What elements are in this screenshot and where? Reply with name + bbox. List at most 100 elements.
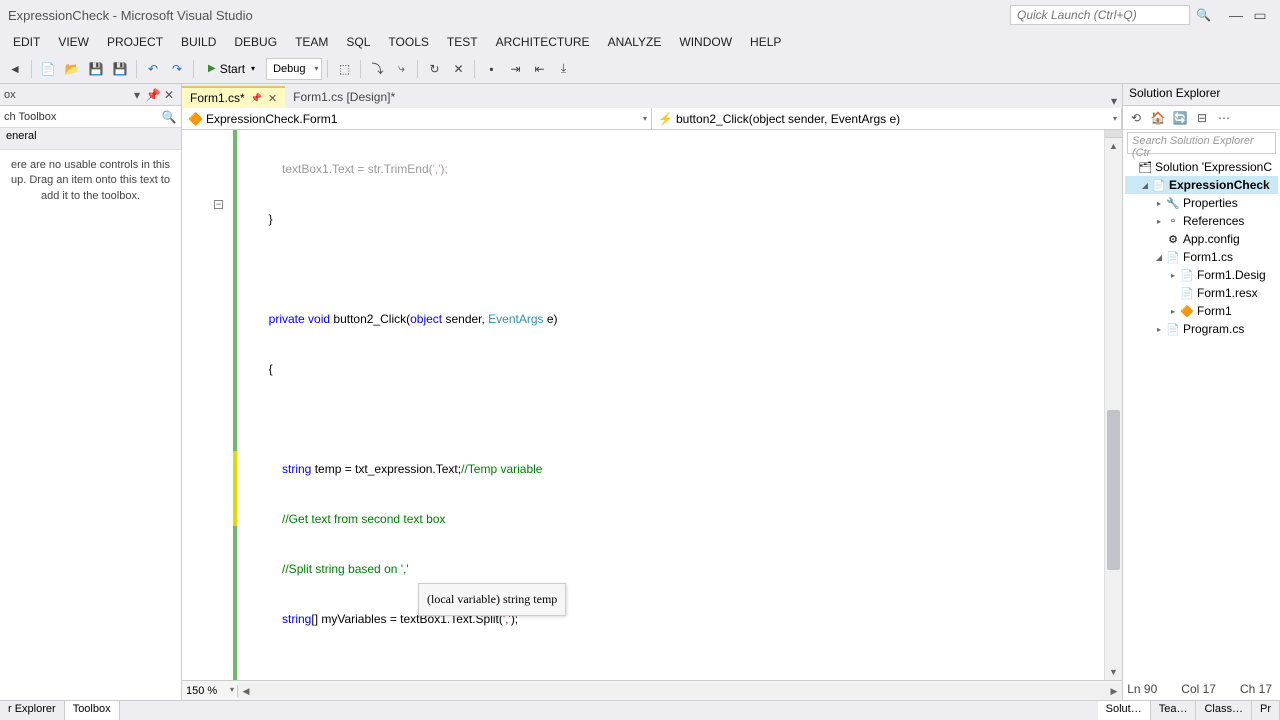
save-all-button[interactable]: 💾: [109, 58, 131, 80]
menu-team[interactable]: TEAM: [286, 32, 337, 52]
solution-toolbar: ⟲ 🏠 🔄 ⊟ ⋯: [1123, 106, 1280, 130]
minimize-button[interactable]: —: [1224, 5, 1248, 25]
start-button[interactable]: ▶ Start ▾: [199, 58, 264, 80]
menu-build[interactable]: BUILD: [172, 32, 225, 52]
scroll-thumb[interactable]: [1107, 410, 1120, 570]
tab-close-icon[interactable]: ✕: [268, 92, 277, 105]
save-button[interactable]: 💾: [85, 58, 107, 80]
pin-icon[interactable]: 📌: [145, 88, 161, 102]
status-ch: Ch 17: [1240, 682, 1272, 696]
tree-node[interactable]: ▸📄Program.cs: [1125, 320, 1278, 338]
bottom-tabs: r Explorer Toolbox Solut… Tea… Class… Pr: [0, 700, 1280, 720]
tabs-dropdown[interactable]: ▾: [1106, 94, 1122, 108]
tree-node[interactable]: ▸▫References: [1125, 212, 1278, 230]
gutter: −: [182, 130, 238, 680]
step-into-button[interactable]: ⤷: [390, 58, 412, 80]
title-bar: ExpressionCheck - Microsoft Visual Studi…: [0, 0, 1280, 30]
collapse-icon[interactable]: ⊟: [1193, 109, 1211, 127]
undo-button[interactable]: ↶: [142, 58, 164, 80]
method-dropdown[interactable]: ⚡ button2_Click(object sender, EventArgs…: [652, 108, 1122, 129]
tab-form1-cs[interactable]: Form1.cs* 📌 ✕: [182, 86, 285, 108]
search-icon[interactable]: 🔍: [161, 110, 177, 124]
menu-sql[interactable]: SQL: [337, 32, 379, 52]
menu-help[interactable]: HELP: [741, 32, 790, 52]
status-col: Col 17: [1181, 682, 1216, 696]
bottom-tab-prop[interactable]: Pr: [1252, 701, 1280, 720]
menu-window[interactable]: WINDOW: [670, 32, 741, 52]
menu-test[interactable]: TEST: [438, 32, 487, 52]
tree-node[interactable]: 📄Form1.resx: [1125, 284, 1278, 302]
solution-explorer-title: Solution Explorer: [1123, 84, 1280, 106]
bottom-tab-server-explorer[interactable]: r Explorer: [0, 701, 65, 720]
bottom-tab-class[interactable]: Class…: [1196, 701, 1252, 720]
scroll-up-icon[interactable]: ▲: [1105, 138, 1122, 154]
solution-search[interactable]: Search Solution Explorer (Ctr: [1127, 132, 1276, 154]
tb-4[interactable]: ✕: [447, 58, 469, 80]
step-over-button[interactable]: ⤵: [366, 58, 388, 80]
fold-toggle[interactable]: −: [214, 200, 223, 209]
code-area[interactable]: textBox1.Text = str.TrimEnd(','); } priv…: [238, 130, 1104, 680]
tb-6[interactable]: ⇥: [504, 58, 526, 80]
tree-node[interactable]: ▸🔧Properties: [1125, 194, 1278, 212]
nav-bar: 🔶 ExpressionCheck.Form1 ⚡ button2_Click(…: [182, 108, 1122, 130]
menu-bar: EDIT VIEW PROJECT BUILD DEBUG TEAM SQL T…: [0, 30, 1280, 54]
menu-project[interactable]: PROJECT: [98, 32, 172, 52]
editor-tabs: Form1.cs* 📌 ✕ Form1.cs [Design]* ▾: [182, 84, 1122, 108]
tb-3[interactable]: ↻: [423, 58, 445, 80]
bottom-tab-solution[interactable]: Solut…: [1098, 701, 1151, 720]
se-more-icon[interactable]: ⋯: [1215, 109, 1233, 127]
menu-analyze[interactable]: ANALYZE: [599, 32, 671, 52]
toolbox-title: ox: [4, 89, 129, 101]
config-dropdown[interactable]: Debug: [266, 58, 322, 80]
open-button[interactable]: 📂: [61, 58, 83, 80]
tb-8[interactable]: ⤓: [552, 58, 574, 80]
new-button[interactable]: 📄: [37, 58, 59, 80]
window-title: ExpressionCheck - Microsoft Visual Studi…: [8, 8, 1010, 23]
solution-tree[interactable]: 🗂Solution 'ExpressionC◢📄ExpressionCheck▸…: [1123, 156, 1280, 700]
toolbox-dd-icon[interactable]: ▾: [129, 88, 145, 102]
tree-node[interactable]: ▸🔶Form1: [1125, 302, 1278, 320]
tree-node[interactable]: ▸📄Form1.Desig: [1125, 266, 1278, 284]
zoom-dropdown[interactable]: 150 %: [182, 685, 238, 697]
toolbar: ◄ 📄 📂 💾 💾 ↶ ↷ ▶ Start ▾ Debug ⬚ ⤵ ⤷ ↻ ✕ …: [0, 54, 1280, 84]
home-icon[interactable]: ⟲: [1127, 109, 1145, 127]
scroll-left-icon[interactable]: ◀: [238, 683, 254, 699]
menu-architecture[interactable]: ARCHITECTURE: [487, 32, 599, 52]
redo-button[interactable]: ↷: [166, 58, 188, 80]
menu-view[interactable]: VIEW: [49, 32, 98, 52]
menu-edit[interactable]: EDIT: [4, 32, 49, 52]
tb-5[interactable]: ▪: [480, 58, 502, 80]
vertical-scrollbar[interactable]: ▲ ▼: [1104, 130, 1122, 680]
toolbox-category[interactable]: eneral: [0, 128, 181, 150]
split-handle[interactable]: [1105, 130, 1122, 138]
menu-debug[interactable]: DEBUG: [225, 32, 286, 52]
hover-tooltip: (local variable) string temp: [418, 583, 566, 616]
home2-icon[interactable]: 🏠: [1149, 109, 1167, 127]
tree-node[interactable]: ⚙App.config: [1125, 230, 1278, 248]
search-icon[interactable]: 🔍: [1196, 8, 1212, 22]
lightning-icon: ⚡: [658, 112, 672, 126]
tab-form1-design[interactable]: Form1.cs [Design]*: [285, 86, 403, 108]
play-icon: ▶: [208, 63, 216, 74]
horizontal-scrollbar[interactable]: ◀ ▶: [238, 683, 1122, 699]
maximize-button[interactable]: ▭: [1248, 5, 1272, 25]
status-line: Ln 90: [1127, 682, 1157, 696]
tree-node[interactable]: ◢📄ExpressionCheck: [1125, 176, 1278, 194]
refresh-icon[interactable]: 🔄: [1171, 109, 1189, 127]
toolbox-panel: ox ▾ 📌 ✕ ch Toolbox 🔍 eneral ere are no …: [0, 84, 182, 700]
close-icon[interactable]: ✕: [161, 88, 177, 102]
code-editor: Form1.cs* 📌 ✕ Form1.cs [Design]* ▾ 🔶 Exp…: [182, 84, 1122, 700]
quick-launch-input[interactable]: [1010, 5, 1190, 25]
bottom-tab-team[interactable]: Tea…: [1151, 701, 1197, 720]
back-button[interactable]: ◄: [4, 58, 26, 80]
tab-pin-icon[interactable]: 📌: [251, 93, 262, 104]
toolbox-search[interactable]: ch Toolbox: [4, 111, 161, 123]
tree-node[interactable]: ◢📄Form1.cs: [1125, 248, 1278, 266]
tree-node[interactable]: 🗂Solution 'ExpressionC: [1125, 158, 1278, 176]
tb-7[interactable]: ⇤: [528, 58, 550, 80]
menu-tools[interactable]: TOOLS: [379, 32, 437, 52]
tb-1[interactable]: ⬚: [333, 58, 355, 80]
bottom-tab-toolbox[interactable]: Toolbox: [65, 701, 120, 720]
class-dropdown[interactable]: 🔶 ExpressionCheck.Form1: [182, 108, 652, 129]
class-icon: 🔶: [188, 112, 202, 126]
